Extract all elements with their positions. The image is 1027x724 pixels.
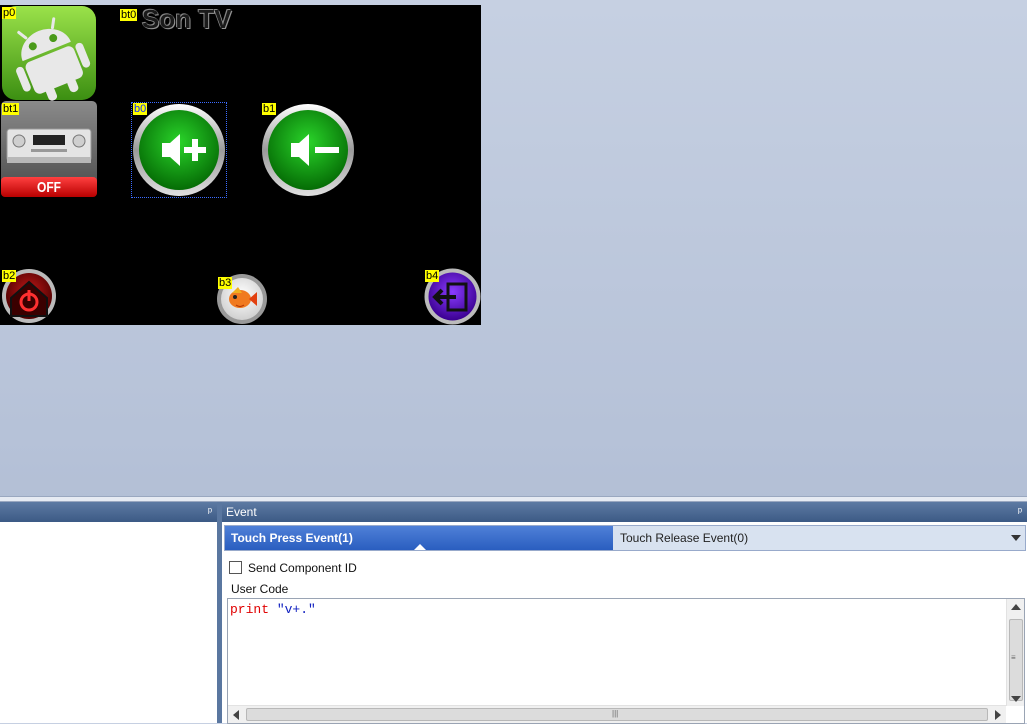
component-id-tag: b2 xyxy=(2,270,17,282)
tab-label: Touch Release Event(0) xyxy=(620,531,749,545)
tab-touch-press[interactable]: Touch Press Event(1) xyxy=(225,526,613,550)
event-panel: Event ᵖ Touch Press Event(1) Touch Relea… xyxy=(222,502,1027,724)
pin-icon[interactable]: ᵖ xyxy=(208,502,212,522)
component-id-tag: bt1 xyxy=(2,103,20,115)
left-panel-header: ᵖ xyxy=(0,502,217,522)
component-id-tag: b0 xyxy=(133,103,148,115)
send-component-id-option[interactable]: Send Component ID xyxy=(229,561,357,575)
scroll-down-icon[interactable] xyxy=(1011,696,1021,702)
tab-label: Touch Press Event(1) xyxy=(231,531,353,545)
code-editor[interactable]: print "v+." ≡ ||| xyxy=(227,598,1025,724)
back-button[interactable]: b4 xyxy=(424,268,481,325)
grip-icon: ||| xyxy=(612,709,619,718)
active-tab-indicator xyxy=(414,544,426,550)
vertical-scrollbar[interactable]: ≡ xyxy=(1006,599,1024,706)
code-keyword: print xyxy=(230,602,270,617)
horizontal-scrollbar[interactable]: ||| xyxy=(228,705,1006,723)
fish-button[interactable]: b3 xyxy=(216,273,268,325)
component-id-tag: b1 xyxy=(262,103,277,115)
event-tabs: Touch Press Event(1) Touch Release Event… xyxy=(224,525,1026,551)
send-component-id-checkbox[interactable] xyxy=(229,561,242,574)
dual-state-button-bt1[interactable]: bt1 OFF xyxy=(1,101,97,197)
component-id-tag: b3 xyxy=(218,277,233,289)
scroll-right-icon[interactable] xyxy=(995,710,1001,720)
code-line[interactable]: print "v+." xyxy=(230,602,316,617)
android-logo-icon xyxy=(2,6,96,101)
home-power-button[interactable]: b2 xyxy=(1,268,57,324)
tab-touch-release[interactable]: Touch Release Event(0) xyxy=(614,526,1000,550)
code-string: "v+." xyxy=(276,602,316,617)
component-id-tag: p0 xyxy=(2,7,17,19)
checkbox-label: Send Component ID xyxy=(248,561,357,575)
picture-p0[interactable]: p0 xyxy=(1,5,97,101)
component-id-tag: b4 xyxy=(425,270,440,282)
event-panel-header: Event ᵖ xyxy=(222,502,1027,522)
scroll-left-icon[interactable] xyxy=(233,710,239,720)
button-state-label: OFF xyxy=(37,179,61,196)
page-title[interactable]: Son TV xyxy=(142,5,232,35)
pin-icon[interactable]: ᵖ xyxy=(1018,502,1022,522)
component-id-tag: bt0 xyxy=(120,9,138,21)
chevron-down-icon[interactable] xyxy=(1011,535,1021,541)
scroll-up-icon[interactable] xyxy=(1011,604,1021,610)
grip-icon: ≡ xyxy=(1011,653,1016,662)
left-panel: ᵖ xyxy=(0,502,217,723)
volume-up-icon xyxy=(133,104,225,196)
volume-up-button[interactable]: b0 xyxy=(131,102,227,198)
design-canvas[interactable]: Son TV bt0 p0 bt1 OFF b0 b1 b2 b3 b4 xyxy=(0,5,481,325)
user-code-label: User Code xyxy=(231,582,289,596)
event-panel-title: Event xyxy=(226,505,257,519)
volume-down-icon xyxy=(262,104,354,196)
volume-down-button[interactable]: b1 xyxy=(261,103,355,197)
